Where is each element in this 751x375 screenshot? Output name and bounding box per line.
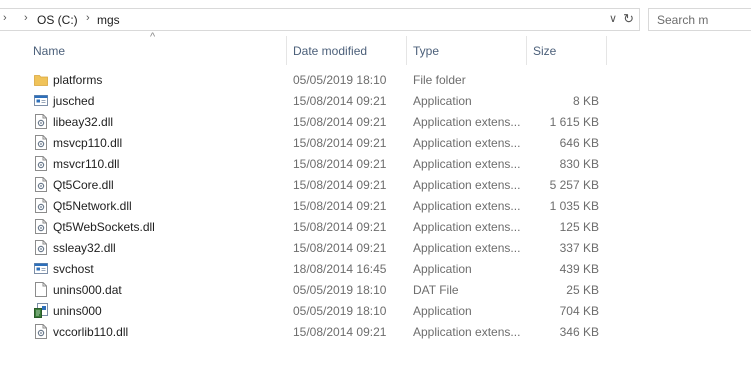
file-row[interactable]: Qt5Network.dll 15/08/2014 09:21 Applicatio…	[0, 195, 751, 216]
column-divider[interactable]	[286, 36, 287, 65]
file-date-modified: 15/08/2014 09:21	[293, 325, 387, 339]
file-size: 346 KB	[559, 325, 599, 339]
file-name: msvcp110.dll	[53, 136, 123, 150]
file-date-modified: 15/08/2014 09:21	[293, 220, 387, 234]
file-type: Application extens...	[413, 199, 521, 213]
file-type: Application extens...	[413, 220, 521, 234]
file-row[interactable]: unins000 05/05/2019 18:10 Application 704 K…	[0, 300, 751, 321]
dll-file-icon	[34, 240, 48, 255]
file-name: jusched	[53, 94, 95, 108]
column-divider[interactable]	[526, 36, 527, 65]
dll-file-icon	[34, 198, 48, 213]
file-name: svchost	[53, 262, 94, 276]
file-date-modified: 18/08/2014 16:45	[293, 262, 387, 276]
file-date-modified: 15/08/2014 09:21	[293, 157, 387, 171]
chevron-right-icon[interactable]: ›	[24, 12, 28, 24]
folder-icon	[34, 72, 48, 87]
file-date-modified: 15/08/2014 09:21	[293, 178, 387, 192]
file-type: Application	[413, 304, 472, 318]
file-list: platforms 05/05/2019 18:10 File folder jusc…	[0, 69, 751, 342]
file-row[interactable]: Qt5WebSockets.dll 15/08/2014 09:21 Applica…	[0, 216, 751, 237]
file-name: ssleay32.dll	[53, 241, 116, 255]
breadcrumb-os-drive[interactable]: OS (C:)	[37, 13, 78, 27]
file-size: 704 KB	[559, 304, 599, 318]
application-icon	[34, 261, 48, 276]
file-type: Application extens...	[413, 157, 521, 171]
file-icon	[34, 282, 48, 297]
file-row[interactable]: msvcp110.dll 15/08/2014 09:21 Application …	[0, 132, 751, 153]
file-size: 439 KB	[559, 262, 599, 276]
file-type: Application	[413, 262, 472, 276]
file-date-modified: 15/08/2014 09:21	[293, 115, 387, 129]
application-icon	[34, 93, 48, 108]
chevron-right-icon[interactable]: ›	[3, 12, 7, 24]
file-row[interactable]: vccorlib110.dll 15/08/2014 09:21 Applicati…	[0, 321, 751, 342]
file-type: Application	[413, 94, 472, 108]
file-type: Application extens...	[413, 115, 521, 129]
column-header-type[interactable]: Type	[413, 44, 439, 58]
file-row[interactable]: unins000.dat 05/05/2019 18:10 DAT File 25 K…	[0, 279, 751, 300]
file-type: Application extens...	[413, 241, 521, 255]
file-row[interactable]: libeay32.dll 15/08/2014 09:21 Application …	[0, 111, 751, 132]
file-row[interactable]: svchost 18/08/2014 16:45 Application 439 KB	[0, 258, 751, 279]
file-size: 125 KB	[559, 220, 599, 234]
file-type: Application extens...	[413, 178, 521, 192]
file-name: Qt5WebSockets.dll	[53, 220, 155, 234]
file-date-modified: 15/08/2014 09:21	[293, 199, 387, 213]
chevron-right-icon[interactable]: ›	[86, 12, 90, 24]
dll-file-icon	[34, 177, 48, 192]
file-size: 337 KB	[559, 241, 599, 255]
file-name: Qt5Network.dll	[53, 199, 132, 213]
file-name: platforms	[53, 73, 103, 87]
file-size: 25 KB	[566, 283, 599, 297]
column-divider[interactable]	[606, 36, 607, 65]
file-row[interactable]: msvcr110.dll 15/08/2014 09:21 Application …	[0, 153, 751, 174]
file-name: unins000	[53, 304, 102, 318]
file-name: libeay32.dll	[53, 115, 114, 129]
file-date-modified: 05/05/2019 18:10	[293, 304, 387, 318]
dll-file-icon	[34, 219, 48, 234]
file-name: Qt5Core.dll	[53, 178, 114, 192]
file-date-modified: 15/08/2014 09:21	[293, 94, 387, 108]
file-date-modified: 05/05/2019 18:10	[293, 283, 387, 297]
dll-file-icon	[34, 135, 48, 150]
file-row[interactable]: jusched 15/08/2014 09:21 Application 8 KB	[0, 90, 751, 111]
file-date-modified: 05/05/2019 18:10	[293, 73, 387, 87]
chevron-down-icon[interactable]: ∨	[609, 12, 617, 25]
file-date-modified: 15/08/2014 09:21	[293, 136, 387, 150]
file-size: 8 KB	[572, 94, 599, 108]
search-input[interactable]: Search m	[648, 8, 751, 31]
file-size: 646 KB	[559, 136, 599, 150]
file-row[interactable]: Qt5Core.dll 15/08/2014 09:21 Application e…	[0, 174, 751, 195]
dll-file-icon	[34, 156, 48, 171]
file-type: DAT File	[413, 283, 459, 297]
file-size: 1 035 KB	[549, 199, 599, 213]
sort-ascending-icon: ^	[150, 31, 156, 43]
column-header-size[interactable]: Size	[533, 44, 556, 58]
file-size: 1 615 KB	[549, 115, 599, 129]
column-header-date-modified[interactable]: Date modified	[293, 44, 367, 58]
file-name: msvcr110.dll	[53, 157, 120, 171]
file-name: unins000.dat	[53, 283, 122, 297]
dll-file-icon	[34, 324, 48, 339]
column-divider[interactable]	[406, 36, 407, 65]
file-row[interactable]: platforms 05/05/2019 18:10 File folder	[0, 69, 751, 90]
file-type: Application extens...	[413, 136, 521, 150]
file-size: 830 KB	[559, 157, 599, 171]
file-name: vccorlib110.dll	[53, 325, 129, 339]
breadcrumb-mgs[interactable]: mgs	[97, 13, 120, 27]
file-size: 5 257 KB	[549, 178, 599, 192]
address-bar[interactable]: › › OS (C:) › mgs ∨ ↻	[0, 8, 640, 31]
file-type: Application extens...	[413, 325, 521, 339]
file-date-modified: 15/08/2014 09:21	[293, 241, 387, 255]
uninstaller-icon	[34, 303, 48, 318]
refresh-icon[interactable]: ↻	[623, 11, 634, 27]
dll-file-icon	[34, 114, 48, 129]
file-type: File folder	[413, 73, 466, 87]
column-header-name[interactable]: Name	[33, 44, 65, 58]
file-row[interactable]: ssleay32.dll 15/08/2014 09:21 Application …	[0, 237, 751, 258]
